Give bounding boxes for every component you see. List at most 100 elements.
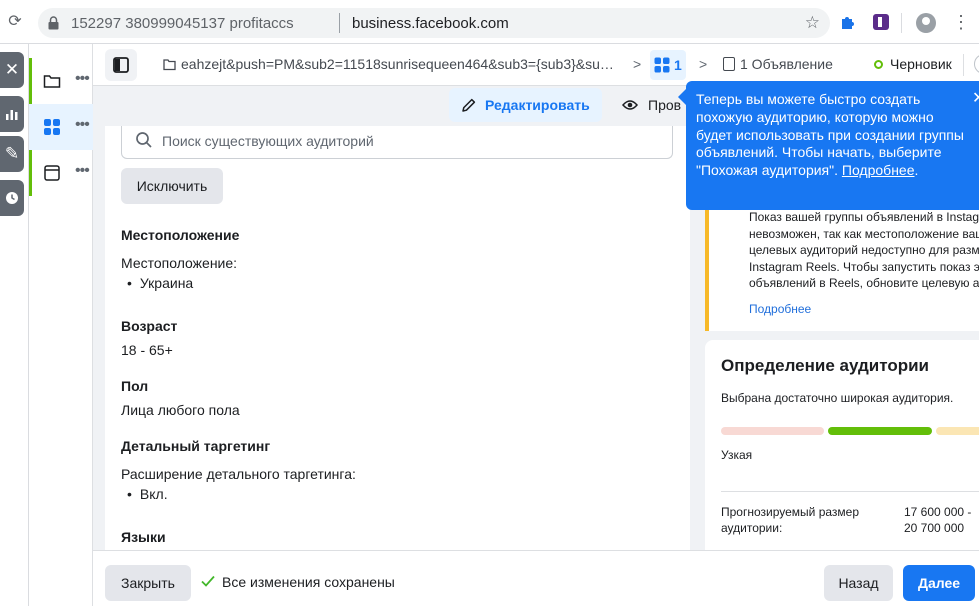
estimated-size-value: 17 600 000 - 20 700 000 (904, 505, 972, 535)
clock-icon[interactable] (0, 180, 24, 216)
close-icon[interactable]: ✕ (972, 91, 979, 107)
warning-line: невозможен, так как местоположение ваш (749, 226, 979, 241)
save-status-label: Все изменения сохранены (222, 574, 395, 590)
pencil-icon[interactable]: ✎ (0, 136, 24, 172)
gender-title: Пол (121, 378, 149, 394)
location-title: Местоположение (121, 227, 240, 243)
extension-app-icon[interactable] (873, 14, 889, 30)
panel-toggle-button[interactable] (105, 49, 137, 81)
ad-icon (723, 57, 735, 71)
tree-item-adset[interactable]: ••• (29, 104, 93, 150)
warning-line: Instagram Reels. Чтобы запустить показ э (749, 259, 979, 274)
browser-toolbar: ⟳ 152297 380999045137 profitaccs busines… (0, 0, 979, 44)
edit-button[interactable]: Редактировать (449, 88, 602, 122)
breadcrumb-campaign[interactable]: eahzejt&push=PM&sub2=11518sunrisequeen46… (163, 56, 618, 72)
close-icon[interactable]: ✕ (0, 52, 24, 88)
status-label: Черновик (890, 56, 952, 72)
tooltip-message: Теперь вы можете быстро создать похожую … (696, 91, 964, 179)
audience-search[interactable] (121, 126, 673, 159)
grid-icon (654, 57, 670, 73)
url-divider (339, 13, 340, 33)
tooltip-learn-more-link[interactable]: Подробнее (842, 162, 915, 178)
tooltip-period: . (914, 162, 919, 179)
ad-icon (44, 165, 60, 181)
more-icon[interactable]: ••• (75, 70, 90, 88)
eye-icon (622, 100, 638, 110)
reload-icon[interactable]: ⟳ (6, 13, 24, 31)
chevron-right-icon: > (699, 56, 708, 72)
age-value: 18 - 65+ (121, 342, 173, 358)
more-icon[interactable]: ••• (75, 116, 90, 134)
kebab-icon[interactable]: ⋮ (952, 12, 970, 32)
preview-button-label: Пров (648, 97, 682, 113)
circle-icon[interactable] (974, 54, 979, 74)
url-domain: business.facebook.com (352, 15, 509, 32)
url-prefix: 152297 380999045137 profitaccs (71, 15, 294, 32)
breadcrumb-adset-label: 1 (674, 57, 682, 73)
breadcrumb-campaign-label: eahzejt&push=PM&sub2=11518sunrisequeen46… (181, 56, 618, 72)
preview-button[interactable]: Пров (622, 88, 681, 122)
breadcrumb-bar: eahzejt&push=PM&sub2=11518sunrisequeen46… (93, 44, 979, 86)
close-button[interactable]: Закрыть (105, 565, 191, 601)
audience-meter-segment-specific (828, 427, 932, 435)
detailed-targeting-title: Детальный таргетинг (121, 438, 271, 454)
puzzle-icon[interactable] (839, 13, 857, 31)
edit-button-label: Редактировать (485, 97, 590, 113)
save-status: Все изменения сохранены (201, 574, 395, 590)
sidebar-toggle-icon (113, 57, 129, 73)
profile-icon[interactable] (916, 13, 936, 33)
next-button[interactable]: Далее (903, 565, 975, 601)
status-badge: Черновик (874, 56, 952, 72)
toolbar-divider (901, 13, 902, 33)
tree-item-campaign[interactable]: ••• (29, 58, 93, 104)
location-label: Местоположение: (121, 255, 238, 271)
breadcrumb-ad[interactable]: 1 Объявление (723, 56, 833, 72)
languages-title: Языки (121, 529, 166, 545)
gender-value: Лица любого пола (121, 402, 240, 418)
exclude-button[interactable]: Исключить (121, 168, 223, 204)
audience-meter-narrow-label: Узкая (721, 448, 753, 462)
lookalike-tooltip: Теперь вы можете быстро создать похожую … (678, 81, 979, 210)
location-value: Украина (127, 275, 193, 291)
audience-definition-subtitle: Выбрана достаточно широкая аудитория. (721, 391, 954, 405)
status-bar (29, 58, 32, 104)
search-input[interactable] (162, 130, 662, 152)
star-icon[interactable]: ☆ (805, 13, 820, 33)
status-bar (29, 150, 32, 196)
check-icon (201, 575, 215, 587)
lock-icon[interactable] (48, 16, 59, 30)
chevron-right-icon: > (633, 56, 642, 72)
audience-form-card: Исключить Местоположение Местоположение:… (105, 126, 690, 550)
footer-bar: Закрыть Все изменения сохранены Назад Да… (93, 550, 979, 606)
tool-rail: ✕ ✎ (0, 44, 29, 606)
pencil-icon (462, 98, 476, 112)
topbar-divider (963, 54, 964, 76)
divider (721, 491, 979, 492)
audience-meter-segment-broad (936, 427, 979, 435)
folder-icon (43, 75, 61, 88)
back-button[interactable]: Назад (824, 565, 893, 601)
estimated-size-label: Прогнозируемый размер аудитории: (721, 505, 860, 535)
tree-item-ad[interactable]: ••• (29, 150, 93, 196)
age-title: Возраст (121, 318, 178, 334)
warning-line: объявлений в Reels, обновите целевую ау (749, 276, 979, 290)
detailed-targeting-value: Вкл. (127, 486, 168, 502)
audience-definition-title: Определение аудитории (721, 356, 930, 375)
more-icon[interactable]: ••• (75, 162, 90, 180)
warning-text: Показ вашей группы объявлений в Instagra… (749, 209, 979, 292)
folder-icon (163, 59, 176, 71)
status-dot-icon (874, 60, 883, 69)
detailed-targeting-label: Расширение детального таргетинга: (121, 466, 356, 482)
search-icon (136, 132, 152, 148)
warning-learn-more-link[interactable]: Подробнее (749, 302, 811, 316)
audience-meter-segment-narrow (721, 427, 824, 435)
breadcrumb-adset[interactable]: 1 (650, 50, 686, 80)
warning-line: Показ вашей группы объявлений в Instagra… (749, 210, 979, 224)
chart-icon[interactable] (0, 96, 24, 132)
grid-icon (44, 119, 60, 135)
tooltip-text: Теперь вы можете быстро создать похожую … (696, 91, 966, 180)
address-bar[interactable]: 152297 380999045137 profitaccs business.… (38, 8, 830, 38)
audience-definition-card: Определение аудитории Выбрана достаточно… (705, 340, 979, 550)
campaign-tree: ••• ••• ••• (29, 44, 93, 606)
breadcrumb-ad-label: 1 Объявление (740, 56, 833, 72)
